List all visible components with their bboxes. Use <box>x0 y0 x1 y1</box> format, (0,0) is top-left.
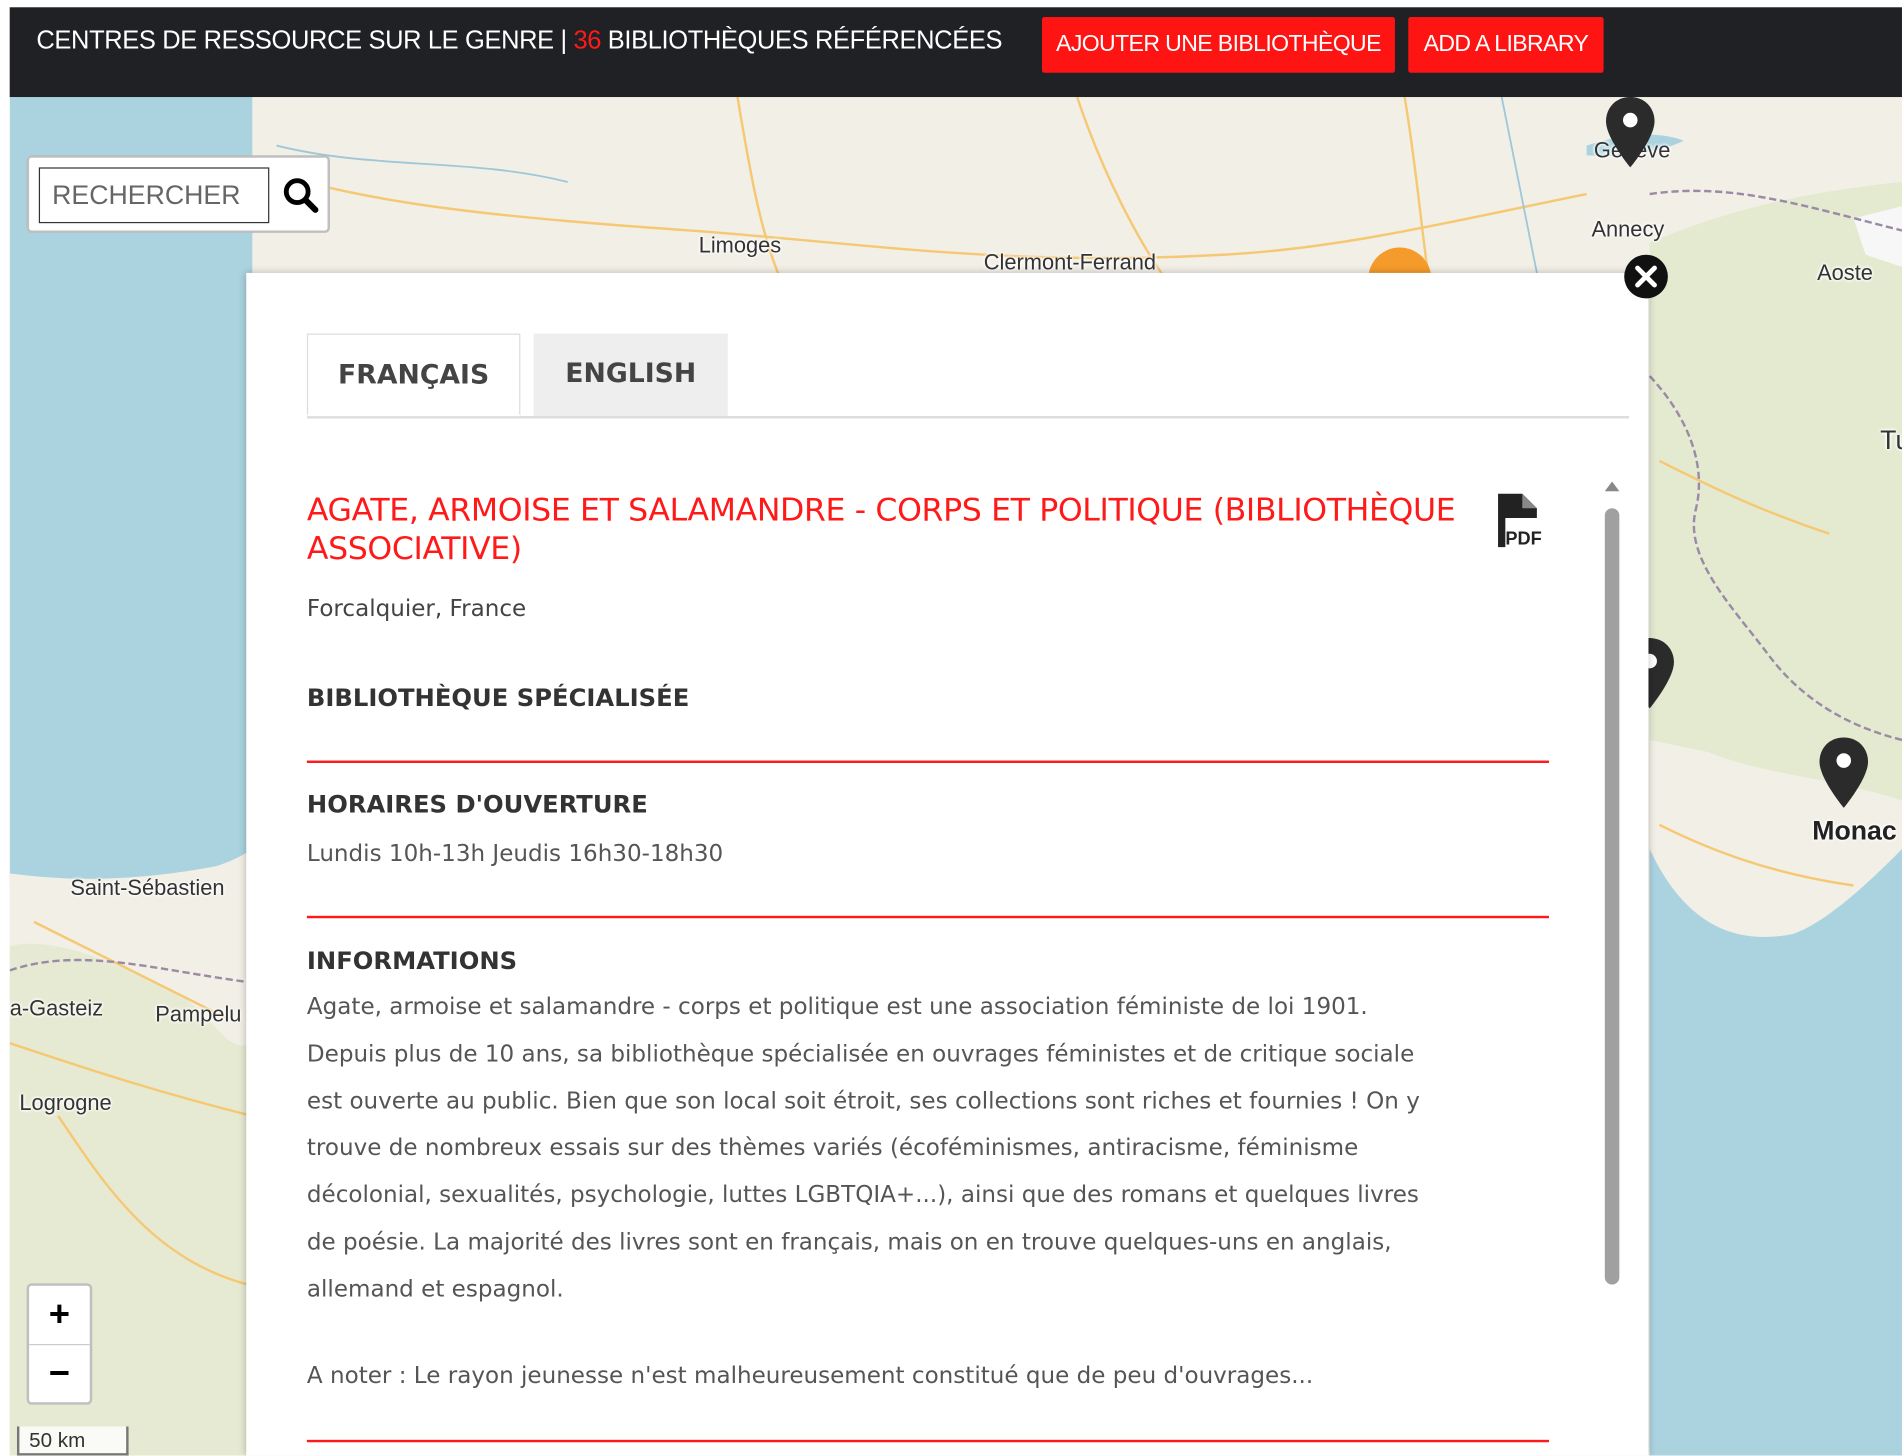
section-divider <box>306 1439 1550 1443</box>
zoom-in-button[interactable]: + <box>29 1286 90 1346</box>
city-label-aoste: Aoste <box>1817 260 1873 286</box>
library-count: 36 <box>573 26 602 55</box>
city-label-limoges: Limoges <box>698 232 782 258</box>
info-line: est ouverte au public. Bien que son loca… <box>306 1087 1420 1115</box>
title-suffix: BIBLIOTHÈQUES RÉFÉRENCÉES <box>601 26 1003 55</box>
section-divider <box>306 760 1550 763</box>
info-line: allemand et espagnol. <box>306 1275 564 1303</box>
app-stage: Limoges Clermont-Ferrand Genève Annecy A… <box>0 0 1902 1456</box>
library-type: BIBLIOTHÈQUE SPÉCIALISÉE <box>306 682 690 713</box>
map-pin-icon[interactable] <box>1817 735 1870 810</box>
pdf-file-icon[interactable]: PDF <box>1491 491 1549 552</box>
city-label-turin: Tu <box>1880 424 1902 455</box>
city-label-logrogne: Logrogne <box>19 1090 112 1115</box>
city-label-monaco: Monac <box>1812 815 1897 846</box>
info-line: trouve de nombreux essais sur des thèmes… <box>306 1134 1359 1162</box>
info-line: Agate, armoise et salamandre - corps et … <box>306 993 1368 1021</box>
info-line: de poésie. La majorité des livres sont e… <box>306 1228 1392 1256</box>
map-pin-icon[interactable] <box>1604 97 1657 170</box>
language-tabs: FRANÇAIS ENGLISH <box>306 333 1630 419</box>
zoom-control: + − <box>26 1283 93 1405</box>
library-location: Forcalquier, France <box>306 595 527 623</box>
info-heading: INFORMATIONS <box>306 946 518 976</box>
info-line: décolonial, sexualités, psychologie, lut… <box>306 1181 1419 1209</box>
top-bar: CENTRES DE RESSOURCE SUR LE GENRE | 36 B… <box>9 7 1902 98</box>
note-text: A noter : Le rayon jeunesse n'est malheu… <box>306 1362 1314 1389</box>
info-line: Depuis plus de 10 ans, sa bibliothèque s… <box>306 1040 1415 1068</box>
section-divider <box>306 915 1550 919</box>
city-label-saint-sebastien: Saint-Sébastien <box>70 875 225 901</box>
city-label-annecy: Annecy <box>1591 217 1665 242</box>
site-title: CENTRES DE RESSOURCE SUR LE GENRE | 36 B… <box>36 27 1002 56</box>
hours-text: Lundis 10h-13h Jeudis 16h30-18h30 <box>306 840 724 868</box>
add-library-en-button[interactable]: ADD A LIBRARY <box>1408 16 1604 73</box>
search-input[interactable] <box>38 167 270 224</box>
panel-scrollbar[interactable] <box>1601 477 1623 1456</box>
title-prefix: CENTRES DE RESSOURCE SUR LE GENRE | <box>36 26 574 55</box>
pdf-label: PDF <box>1505 529 1541 549</box>
library-title: AGATE, ARMOISE ET SALAMANDRE - CORPS ET … <box>306 492 1456 568</box>
add-library-fr-button[interactable]: AJOUTER UNE BIBLIOTHÈQUE <box>1041 16 1395 73</box>
tab-english[interactable]: ENGLISH <box>533 333 728 417</box>
city-label-pampelune: Pampelu <box>155 1001 242 1027</box>
search-control <box>26 155 330 233</box>
close-icon[interactable] <box>1623 254 1669 300</box>
hours-heading: HORAIRES D'OUVERTURE <box>306 789 648 819</box>
search-icon[interactable] <box>277 170 326 221</box>
info-text: Agate, armoise et salamandre - corps et … <box>307 984 1549 1313</box>
tab-francais[interactable]: FRANÇAIS <box>306 333 521 417</box>
city-label-clermont-ferrand: Clermont-Ferrand <box>983 249 1157 275</box>
library-detail-panel: FRANÇAIS ENGLISH AGATE, ARMOISE ET SALAM… <box>246 272 1649 1456</box>
map-scale: 50 km <box>16 1426 129 1456</box>
zoom-out-button[interactable]: − <box>29 1345 90 1403</box>
city-label-vitoria-gasteiz: a-Gasteiz <box>9 995 104 1021</box>
